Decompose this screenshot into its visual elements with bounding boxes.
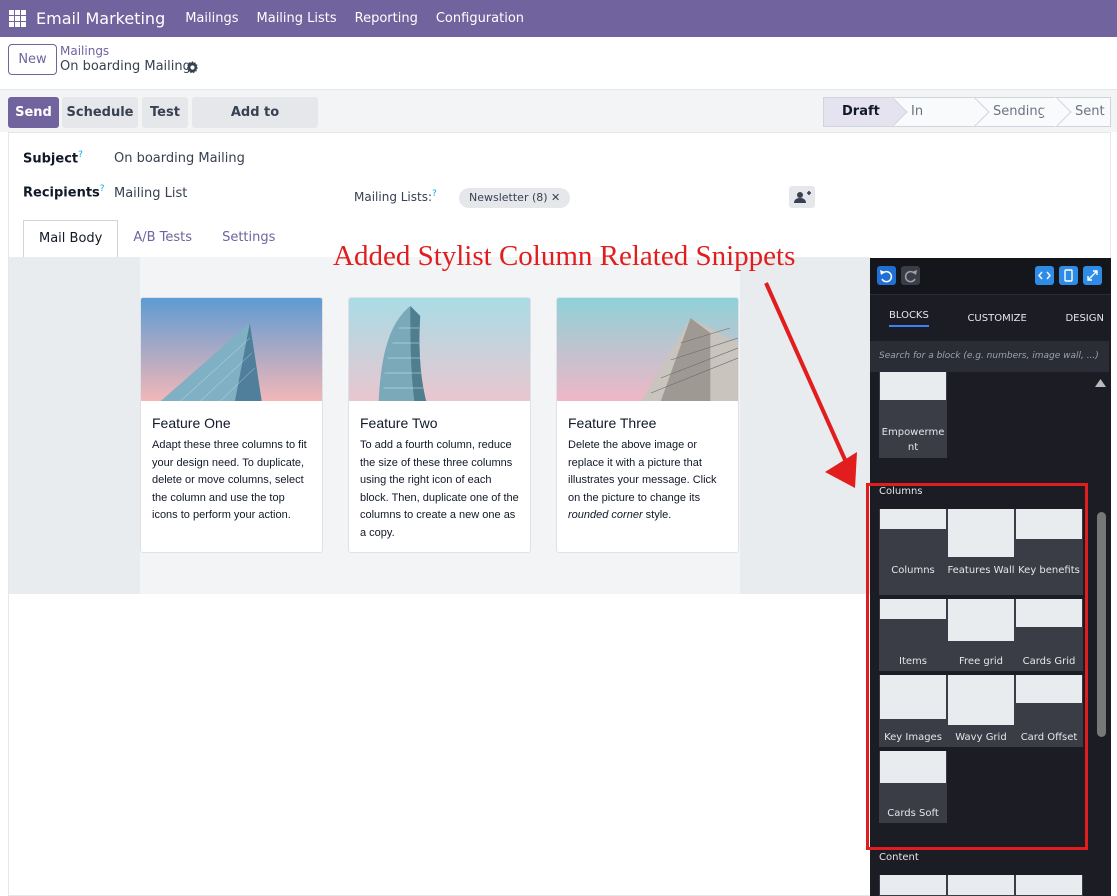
tab-blocks[interactable]: BLOCKS: [889, 310, 929, 327]
snippet-label: Columns: [891, 565, 935, 576]
snippet-label: Key benefits: [1018, 565, 1080, 576]
snippet-thumbnail: [1016, 675, 1082, 703]
snippet-label: Card Offset: [1020, 732, 1078, 743]
snippet-thumbnail: [880, 599, 946, 619]
builder-toolbar: [870, 258, 1111, 295]
code-view-icon[interactable]: [1035, 266, 1054, 285]
snippet-wavy-grid[interactable]: Wavy Grid: [947, 675, 1015, 747]
snippet-label: Features Wall: [947, 565, 1015, 576]
redo-icon[interactable]: [901, 266, 920, 285]
snippet-label: Key Images: [884, 732, 942, 743]
builder-tabs: BLOCKS CUSTOMIZE DESIGN: [870, 295, 1111, 341]
content-section-label: Content: [879, 852, 919, 863]
snippet-thumbnail: [880, 509, 946, 529]
tab-customize[interactable]: CUSTOMIZE: [967, 313, 1026, 324]
snippet-label: Free grid: [959, 656, 1003, 667]
snippet-label: Wavy Grid: [955, 732, 1007, 743]
snippet-label: Cards Soft: [887, 808, 939, 819]
snippet-thumbnail: [880, 372, 946, 400]
snippet-thumbnail: [1016, 875, 1082, 895]
snippet-thumbnail: [948, 875, 1014, 895]
snippet-content-3[interactable]: [1015, 875, 1083, 896]
snippet-thumbnail: [1016, 599, 1082, 627]
snippet-card-offset[interactable]: Card Offset: [1015, 675, 1083, 747]
snippet-free-grid[interactable]: Free grid: [947, 599, 1015, 671]
snippet-thumbnail: [880, 675, 946, 719]
snippet-thumbnail: [948, 599, 1014, 641]
snippet-items[interactable]: Items: [879, 599, 947, 671]
snippet-thumbnail: [1016, 509, 1082, 539]
tab-design[interactable]: DESIGN: [1065, 313, 1104, 324]
snippet-content-2[interactable]: [947, 875, 1015, 896]
snippet-key-images[interactable]: Key Images: [879, 675, 947, 747]
block-search-input[interactable]: Search for a block (e.g. numbers, image …: [870, 341, 1109, 372]
snippet-cards-soft[interactable]: Cards Soft: [879, 751, 947, 823]
fullscreen-icon[interactable]: [1083, 266, 1102, 285]
snippet-label: Items: [899, 656, 927, 667]
mobile-preview-icon[interactable]: [1059, 266, 1078, 285]
columns-section-label: Columns: [879, 486, 923, 497]
undo-icon[interactable]: [877, 266, 896, 285]
snippet-key-benefits[interactable]: Key benefits: [1015, 509, 1083, 595]
snippet-features-wall[interactable]: Features Wall: [947, 509, 1015, 595]
snippet-empowerment[interactable]: Empowerme nt: [879, 372, 947, 458]
snippet-label: Cards Grid: [1022, 656, 1076, 667]
snippet-label: Empowerme nt: [881, 427, 945, 453]
snippet-thumbnail: [880, 751, 946, 783]
snippet-columns[interactable]: Columns: [879, 509, 947, 595]
snippet-thumbnail: [880, 875, 946, 895]
scrollbar[interactable]: [1097, 512, 1106, 737]
website-builder-sidebar: BLOCKS CUSTOMIZE DESIGN Search for a blo…: [870, 258, 1111, 896]
scroll-up-icon[interactable]: [1094, 378, 1107, 388]
snippet-thumbnail: [948, 675, 1014, 725]
snippet-thumbnail: [948, 509, 1014, 557]
snippet-content-1[interactable]: [879, 875, 947, 896]
snippet-cards-grid[interactable]: Cards Grid: [1015, 599, 1083, 671]
